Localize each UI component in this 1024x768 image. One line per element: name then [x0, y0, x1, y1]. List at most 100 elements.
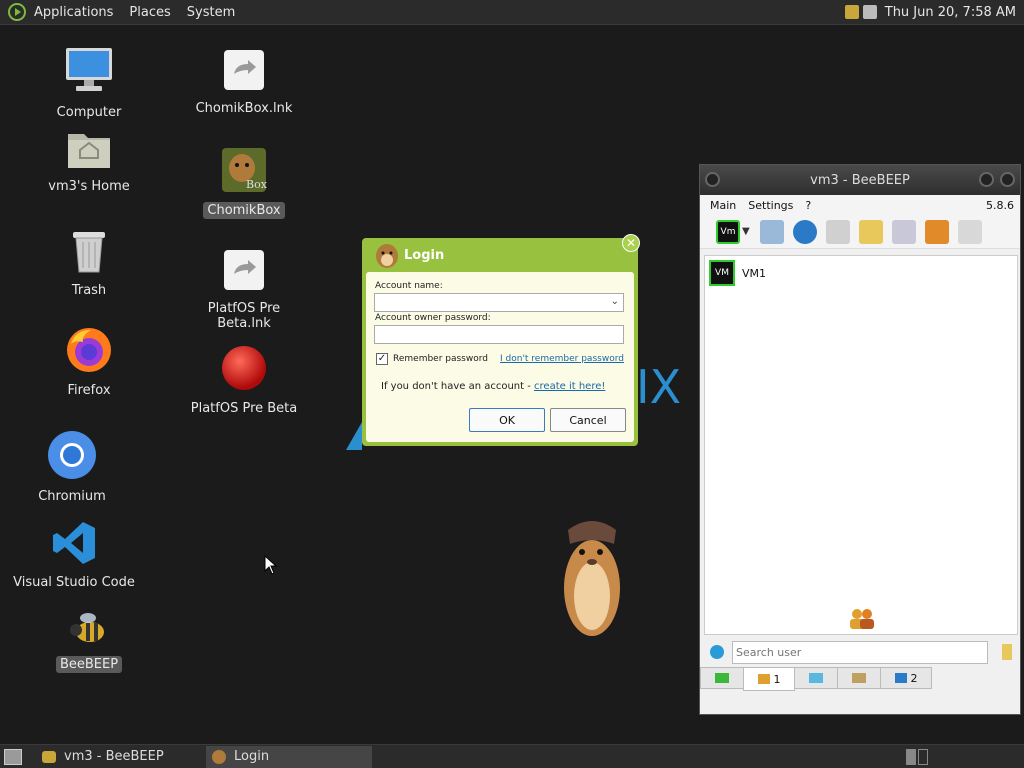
workspace-switcher[interactable]	[906, 748, 928, 765]
group-icon[interactable]	[924, 219, 949, 244]
menu-places[interactable]: Places	[129, 5, 170, 20]
beebeep-menubar: Main Settings ? 5.8.6	[700, 195, 1020, 215]
network-tab-icon	[715, 673, 729, 683]
desktop-icon-label: Firefox	[67, 383, 111, 398]
beebeep-tray-icon[interactable]	[844, 5, 859, 19]
chats-tab-icon	[809, 673, 823, 683]
network-tray-icon[interactable]	[862, 5, 877, 19]
close-icon[interactable]: ✕	[622, 234, 640, 252]
desktop-icon-home[interactable]: vm3's Home	[24, 128, 154, 195]
desktop-icon-beebeep[interactable]: BeeBEEP	[24, 610, 154, 673]
desktop-icon-chomikbox[interactable]: Box ChomikBox	[179, 146, 309, 219]
beebeep-tabs: 1 2	[700, 667, 1020, 691]
chomikbox-icon: Box	[222, 148, 268, 192]
chevron-down-icon[interactable]: ⌄	[611, 296, 619, 307]
desktop-icon-trash[interactable]: Trash	[24, 228, 154, 299]
menu-settings[interactable]: Settings	[748, 199, 793, 212]
account-name-label: Account name:	[375, 281, 443, 291]
list-item[interactable]: VM VM1	[709, 260, 766, 286]
hamster-pet-image	[564, 521, 620, 636]
svg-text:Box: Box	[246, 178, 268, 191]
show-desktop-button[interactable]	[4, 748, 22, 765]
login-title: Login	[404, 247, 445, 263]
desktop-icon-firefox[interactable]: Firefox	[24, 326, 154, 399]
top-panel: Applications Places System Thu Jun 20, 7…	[0, 0, 1024, 25]
login-form: Account name: ⌄ Account owner password: …	[366, 272, 634, 442]
tab-users[interactable]: 1	[743, 667, 795, 691]
users-tab-count: 1	[773, 672, 781, 686]
chevron-down-icon[interactable]: ▼	[742, 226, 750, 237]
password-field[interactable]	[374, 325, 624, 344]
bee-icon	[42, 750, 56, 763]
tab-network[interactable]	[700, 667, 744, 689]
search-input[interactable]	[732, 640, 988, 664]
shortcut-icon	[224, 50, 264, 90]
maximize-button[interactable]	[1000, 172, 1015, 187]
desktop-icon-platfos-lnk[interactable]: PlatfOS Pre Beta.lnk	[179, 248, 309, 332]
window-menu-button[interactable]	[705, 172, 720, 187]
taskbar-item-beebeep[interactable]: vm3 - BeeBEEP	[36, 746, 202, 768]
groups-tab-icon	[852, 673, 866, 683]
chomik-logo-icon	[376, 244, 398, 268]
password-label: Account owner password:	[375, 313, 491, 323]
menu-system[interactable]: System	[187, 5, 235, 20]
beebeep-window: vm3 - BeeBEEP Main Settings ? 5.8.6 Vm ▼…	[699, 164, 1021, 715]
profile-edit-icon[interactable]	[759, 219, 784, 244]
mouse-cursor-icon	[264, 555, 278, 575]
workspace-2[interactable]	[918, 748, 928, 765]
shares-tab-count: 2	[910, 671, 918, 685]
account-name-combobox[interactable]: ⌄	[374, 293, 624, 312]
no-account-text: If you don't have an account - create it…	[381, 381, 605, 392]
user-avatar: VM	[709, 260, 735, 286]
edit-note-icon[interactable]	[858, 219, 883, 244]
desktop-icon-label: Chromium	[38, 489, 106, 504]
version-label: 5.8.6	[986, 198, 1014, 212]
remember-password-checkbox[interactable]: ✓	[376, 353, 388, 365]
window-title: vm3 - BeeBEEP	[810, 172, 910, 188]
cancel-button[interactable]: Cancel	[550, 408, 626, 432]
firefox-icon	[67, 328, 111, 372]
login-titlebar[interactable]: Login ✕	[362, 234, 640, 272]
red-ball-icon	[222, 346, 266, 390]
network-icon[interactable]	[792, 219, 817, 244]
menu-applications[interactable]: Applications	[34, 5, 113, 20]
tab-groups[interactable]	[837, 667, 881, 689]
tab-chats[interactable]	[794, 667, 838, 689]
desktop-icon-vscode[interactable]: Visual Studio Code	[9, 520, 139, 591]
tab-shares[interactable]: 2	[880, 667, 932, 689]
trash-icon[interactable]	[957, 219, 982, 244]
desktop-icon-computer[interactable]: Computer	[24, 46, 154, 121]
forgot-password-link[interactable]: I don't remember password	[500, 354, 624, 364]
users-icon	[850, 609, 874, 629]
desktop-icon-platfos[interactable]: PlatfOS Pre Beta	[179, 344, 309, 417]
ok-button[interactable]: OK	[469, 408, 545, 432]
trash-icon	[73, 232, 105, 273]
clear-search-icon[interactable]	[1002, 644, 1012, 660]
desktop-icon-label: Trash	[71, 283, 107, 298]
desktop-icon-label: Computer	[56, 105, 122, 120]
chromium-icon	[48, 431, 96, 479]
search-row	[704, 639, 1018, 665]
create-account-link[interactable]: create it here!	[534, 381, 605, 392]
desktop-icon-chomikbox-lnk[interactable]: ChomikBox.lnk	[179, 48, 309, 117]
menu-help[interactable]: ?	[805, 199, 811, 212]
clock[interactable]: Thu Jun 20, 7:58 AM	[885, 5, 1016, 20]
send-file-icon[interactable]	[825, 219, 850, 244]
workspace-1[interactable]	[906, 748, 916, 765]
remember-password-label[interactable]: Remember password	[393, 354, 488, 364]
user-name: VM1	[742, 266, 767, 280]
tools-icon[interactable]	[891, 219, 916, 244]
beebeep-titlebar[interactable]: vm3 - BeeBEEP	[700, 165, 1020, 195]
minimize-button[interactable]	[979, 172, 994, 187]
distro-logo-icon[interactable]	[8, 3, 26, 21]
desktop-icon-label: ChomikBox	[203, 202, 285, 219]
taskbar-item-login[interactable]: Login	[206, 745, 372, 768]
login-dialog: Login ✕ Account name: ⌄ Account owner pa…	[362, 234, 640, 446]
beebeep-toolbar: Vm ▼	[700, 215, 1020, 249]
menu-main[interactable]: Main	[710, 199, 736, 212]
wallpaper-text: IX	[636, 360, 682, 414]
desktop-icon-chromium[interactable]: Chromium	[7, 430, 137, 505]
search-options-icon[interactable]	[710, 645, 724, 659]
avatar-icon[interactable]: Vm	[716, 219, 740, 244]
shares-tab-icon	[894, 673, 907, 683]
